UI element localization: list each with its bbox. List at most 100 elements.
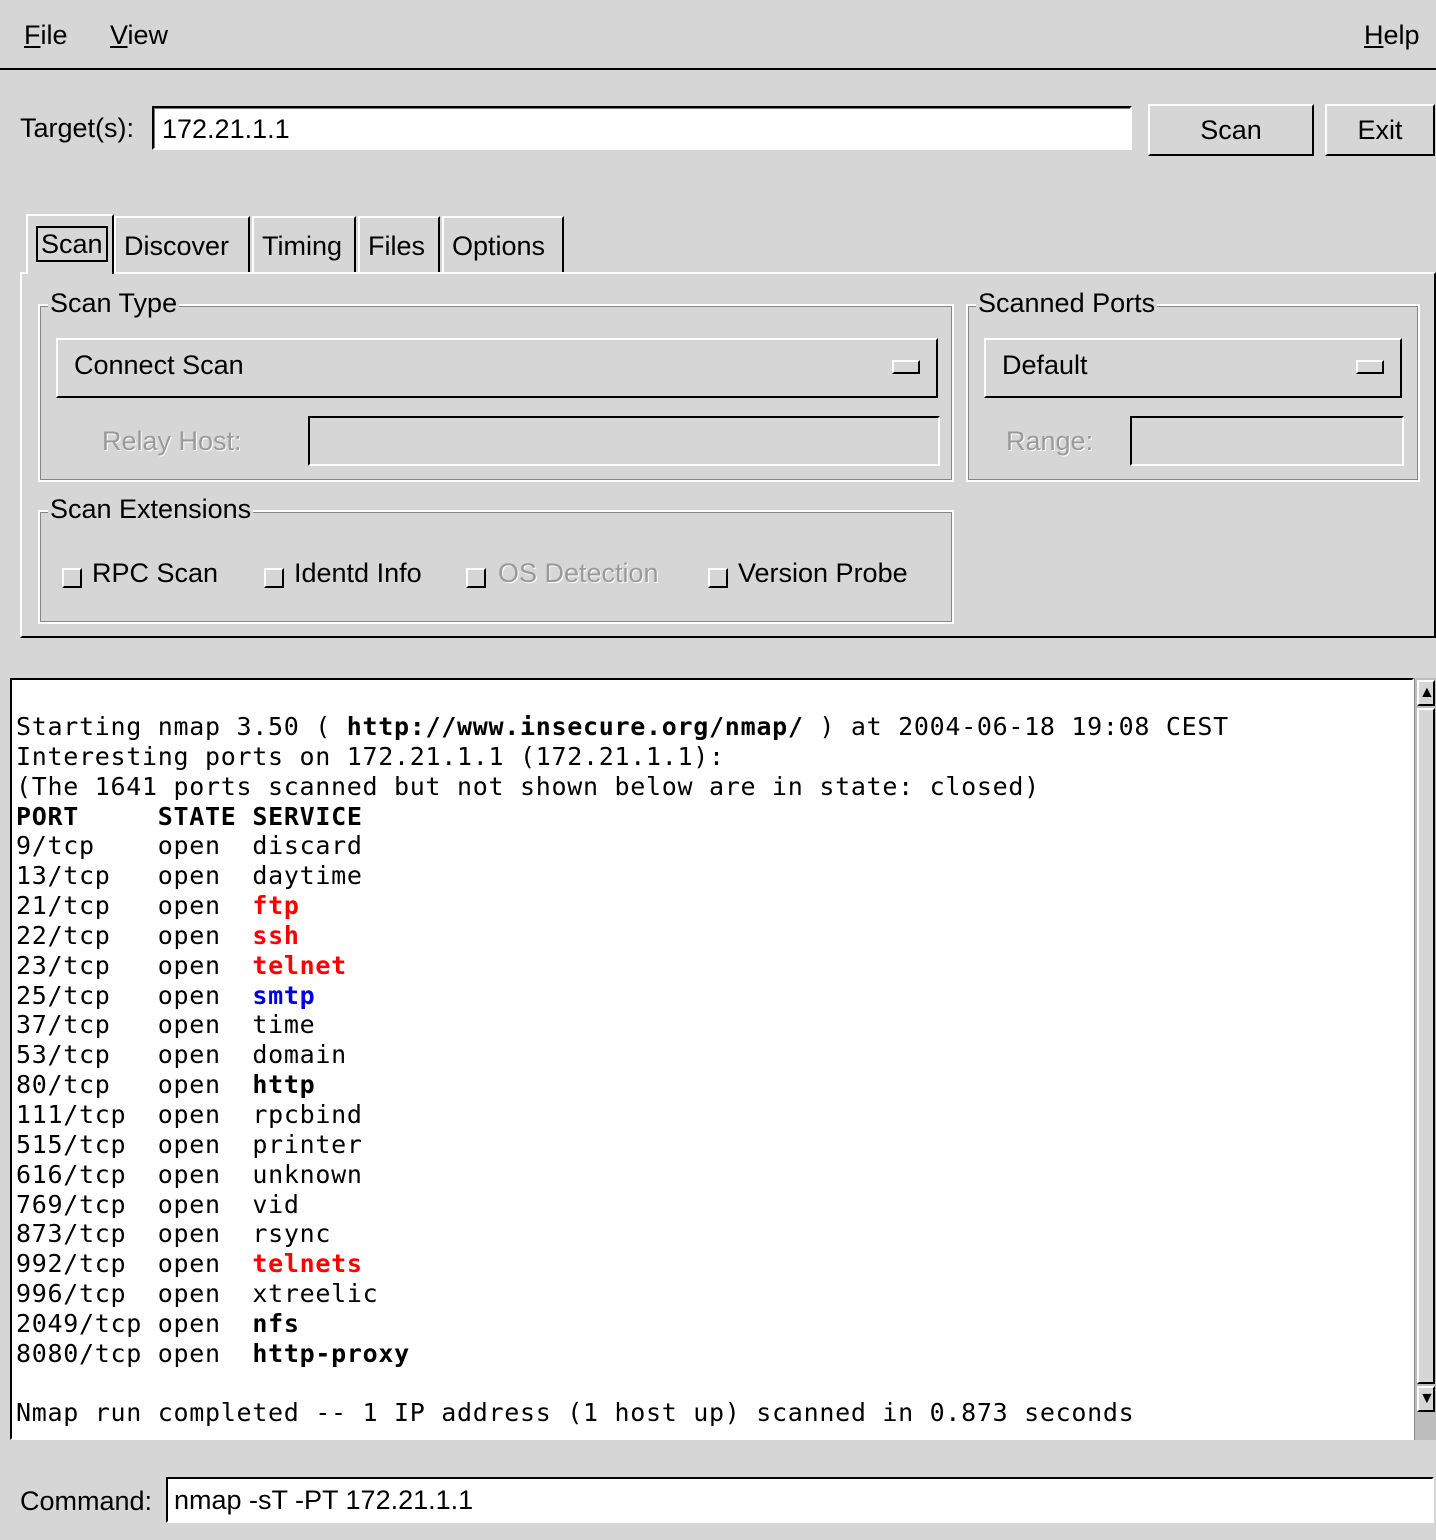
service-cell: nfs xyxy=(252,1308,300,1338)
exit-button[interactable]: Exit xyxy=(1325,104,1435,156)
scanned-ports-title: Scanned Ports xyxy=(976,288,1158,319)
range-input[interactable] xyxy=(1130,416,1404,466)
state-cell: open xyxy=(157,980,221,1010)
port-cell: 25/tcp xyxy=(16,980,111,1010)
tab-scan[interactable]: Scan xyxy=(26,214,114,274)
service-cell: daytime xyxy=(252,861,363,891)
menu-bar: File View Help xyxy=(0,0,1436,70)
scanned-ports-group: Scanned Ports Default Range: xyxy=(966,288,1420,482)
tab-discover-label: Discover xyxy=(124,231,230,261)
table-row: 25/tcp open smtp xyxy=(16,981,315,1010)
state-cell: open xyxy=(157,1189,221,1219)
state-cell: open xyxy=(157,1249,221,1279)
command-label: Command: xyxy=(20,1486,153,1516)
scan-type-group: Scan Type Connect Scan Relay Host: xyxy=(38,288,954,482)
port-cell: 992/tcp xyxy=(16,1249,127,1279)
target-input[interactable]: 172.21.1.1 xyxy=(152,106,1132,150)
output-header: PORT STATE SERVICE xyxy=(16,802,363,831)
scan-extensions-title: Scan Extensions xyxy=(48,494,254,525)
output-start-suffix: ) at 2004-06-18 19:08 CEST xyxy=(803,712,1229,741)
identd-info-label[interactable]: Identd Info xyxy=(294,558,422,589)
state-cell: open xyxy=(157,1129,221,1159)
scanned-ports-dropdown[interactable]: Default xyxy=(984,338,1402,398)
menu-help[interactable]: Help xyxy=(1364,20,1420,51)
service-cell: http-proxy xyxy=(252,1338,410,1368)
table-row: 9/tcp open discard xyxy=(16,831,363,860)
port-cell: 996/tcp xyxy=(16,1279,127,1309)
table-row: 13/tcp open daytime xyxy=(16,861,363,890)
port-cell: 80/tcp xyxy=(16,1070,111,1100)
scan-output[interactable]: Starting nmap 3.50 ( http://www.insecure… xyxy=(10,678,1414,1440)
port-cell: 37/tcp xyxy=(16,1010,111,1040)
service-cell: ftp xyxy=(252,891,300,921)
scan-button[interactable]: Scan xyxy=(1148,104,1314,156)
dropdown-indicator-icon xyxy=(892,360,920,374)
rpc-scan-label[interactable]: RPC Scan xyxy=(92,558,218,589)
scan-type-dropdown[interactable]: Connect Scan xyxy=(56,338,938,398)
service-cell: printer xyxy=(252,1129,363,1159)
table-row: 80/tcp open http xyxy=(16,1070,315,1099)
scroll-up-arrow-icon[interactable]: ▲ xyxy=(1417,680,1435,706)
tab-discover[interactable]: Discover xyxy=(114,216,250,272)
port-cell: 23/tcp xyxy=(16,950,111,980)
os-detection-checkbox[interactable] xyxy=(466,568,486,588)
header-service: SERVICE xyxy=(252,801,363,831)
service-cell: rpcbind xyxy=(252,1099,363,1129)
service-cell: ssh xyxy=(252,920,300,950)
os-detection-label[interactable]: OS Detection xyxy=(498,558,659,589)
service-cell: vid xyxy=(252,1189,300,1219)
port-table: 9/tcp open discard 13/tcp open daytime 2… xyxy=(16,831,410,1367)
header-port: PORT xyxy=(16,801,80,831)
port-cell: 769/tcp xyxy=(16,1189,127,1219)
service-cell: xtreelic xyxy=(252,1279,379,1309)
tab-timing[interactable]: Timing xyxy=(252,216,356,272)
table-row: 769/tcp open vid xyxy=(16,1190,300,1219)
output-completed: Nmap run completed -- 1 IP address (1 ho… xyxy=(16,1398,1135,1428)
port-cell: 53/tcp xyxy=(16,1040,111,1070)
state-cell: open xyxy=(157,1338,221,1368)
version-probe-checkbox[interactable] xyxy=(708,568,728,588)
service-cell: telnet xyxy=(252,950,347,980)
output-start-url: http://www.insecure.org/nmap/ xyxy=(346,712,804,741)
state-cell: open xyxy=(157,1308,221,1338)
state-cell: open xyxy=(157,1219,221,1249)
state-cell: open xyxy=(157,891,221,921)
tab-scan-label: Scan xyxy=(36,226,108,262)
port-cell: 8080/tcp xyxy=(16,1338,143,1368)
port-cell: 873/tcp xyxy=(16,1219,127,1249)
dropdown-indicator-icon xyxy=(1356,360,1384,374)
state-cell: open xyxy=(157,1010,221,1040)
version-probe-label[interactable]: Version Probe xyxy=(738,558,908,589)
range-label: Range: xyxy=(1006,426,1094,456)
scan-tab-panel: Scan Type Connect Scan Relay Host: Scann… xyxy=(20,272,1436,638)
rpc-scan-checkbox[interactable] xyxy=(62,568,82,588)
output-start-prefix: Starting nmap 3.50 ( xyxy=(16,712,347,741)
tab-files-label: Files xyxy=(368,231,426,261)
scroll-thumb[interactable] xyxy=(1417,708,1435,1384)
scanned-ports-selected: Default xyxy=(1002,350,1088,380)
table-row: 2049/tcp open nfs xyxy=(16,1309,300,1338)
service-cell: discard xyxy=(252,831,363,861)
service-cell: time xyxy=(252,1010,316,1040)
menu-file[interactable]: File xyxy=(24,20,68,51)
state-cell: open xyxy=(157,1070,221,1100)
tab-files[interactable]: Files xyxy=(358,216,440,272)
relay-host-input[interactable] xyxy=(308,416,940,466)
state-cell: open xyxy=(157,1040,221,1070)
command-input[interactable]: nmap -sT -PT 172.21.1.1 xyxy=(166,1477,1434,1523)
menu-view[interactable]: View xyxy=(110,20,168,51)
service-cell: smtp xyxy=(252,980,316,1010)
scroll-down-arrow-icon[interactable]: ▼ xyxy=(1417,1386,1435,1412)
state-cell: open xyxy=(157,920,221,950)
port-cell: 111/tcp xyxy=(16,1099,127,1129)
port-cell: 22/tcp xyxy=(16,920,111,950)
port-cell: 21/tcp xyxy=(16,891,111,921)
state-cell: open xyxy=(157,831,221,861)
output-scrollbar[interactable]: ▲ ▼ xyxy=(1414,678,1436,1440)
service-cell: telnets xyxy=(252,1249,363,1279)
table-row: 21/tcp open ftp xyxy=(16,891,300,920)
identd-info-checkbox[interactable] xyxy=(264,568,284,588)
service-cell: unknown xyxy=(252,1159,363,1189)
tab-options[interactable]: Options xyxy=(442,216,564,272)
table-row: 53/tcp open domain xyxy=(16,1040,347,1069)
